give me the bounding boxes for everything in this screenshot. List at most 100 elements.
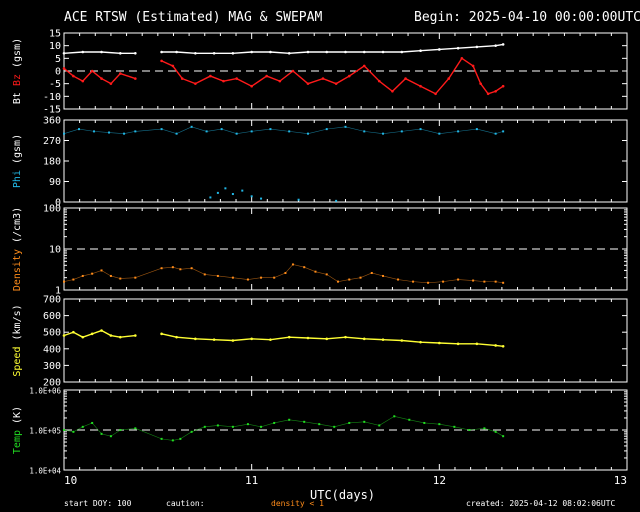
data-point-bz	[90, 69, 94, 73]
data-point-bt	[62, 51, 66, 55]
data-point-bt	[325, 50, 329, 54]
data-point-phi	[224, 187, 227, 190]
data-point-bt	[250, 50, 253, 54]
data-point-bz	[501, 84, 505, 88]
data-point-bt	[175, 50, 178, 54]
data-point-speed	[287, 335, 291, 339]
data-point-bz	[81, 79, 85, 83]
data-point-bt	[119, 51, 122, 55]
series-line-speed	[161, 333, 504, 348]
series-trace-density	[63, 264, 504, 284]
data-point-bz	[486, 92, 490, 96]
data-point-bz	[334, 82, 338, 85]
y-axis-label-part: (K)	[12, 406, 23, 430]
y-axis-label-part: Bz	[12, 74, 23, 92]
y-tick-label-density: 10	[49, 245, 61, 256]
data-point-bz	[460, 57, 464, 60]
data-point-bt	[419, 49, 422, 53]
data-point-speed	[381, 338, 385, 341]
y-tick-label-mag: -5	[49, 79, 61, 90]
y-axis-label-part: (gsm)	[12, 134, 23, 170]
y-axis-label-part: Density	[12, 249, 23, 291]
data-point-bz	[479, 82, 482, 85]
data-point-phi	[231, 193, 234, 196]
begin-time: Begin: 2025-04-10 00:00:00UTC	[414, 10, 640, 25]
y-axis-label-part: Speed	[12, 347, 23, 377]
y-tick-label-speed: 300	[43, 361, 61, 372]
data-point-speed	[438, 341, 441, 345]
data-point-bt	[475, 45, 479, 49]
y-tick-label-mag: 0	[55, 67, 61, 78]
data-point-bt	[501, 43, 505, 46]
data-point-bz	[391, 89, 394, 93]
data-point-bz	[160, 59, 163, 63]
data-point-speed	[90, 332, 94, 336]
series-line-bt	[161, 43, 504, 54]
data-point-bt	[344, 50, 347, 54]
y-tick-label-phi: 360	[43, 116, 61, 127]
series-line-bt	[63, 51, 136, 54]
density-caution: density < 1	[271, 499, 324, 508]
panel-frame-speed	[63, 298, 628, 383]
data-point-bz	[222, 79, 225, 83]
data-point-bz	[362, 64, 366, 68]
data-point-phi	[297, 198, 300, 201]
series-trace-temp	[63, 415, 504, 441]
data-point-speed	[344, 335, 347, 339]
y-axis-label-part: (/cm3)	[12, 207, 23, 249]
data-point-speed	[72, 330, 75, 334]
data-point-bz	[265, 74, 268, 78]
data-point-speed	[362, 337, 366, 341]
x-tick-label: 11	[245, 474, 258, 487]
data-point-bz	[194, 82, 197, 85]
y-axis-label-part: (gsm)	[12, 38, 23, 74]
x-tick-label: 10	[64, 474, 77, 487]
data-point-speed	[306, 336, 310, 340]
series-trace-phi	[63, 126, 504, 134]
data-point-bz	[494, 89, 497, 93]
data-point-bt	[362, 50, 366, 54]
data-point-bt	[494, 44, 497, 47]
y-axis-label-part: Temp	[12, 430, 23, 454]
data-point-phi	[250, 195, 253, 198]
data-point-bz	[119, 72, 122, 75]
data-point-speed	[160, 332, 163, 336]
data-point-phi	[216, 191, 219, 194]
y-axis-label-density: Density (/cm3)	[12, 207, 23, 291]
data-point-bz	[171, 64, 175, 68]
data-point-speed	[231, 339, 235, 342]
data-point-speed	[475, 342, 479, 346]
data-point-bz	[209, 74, 212, 78]
data-point-bz	[306, 82, 310, 85]
x-tick-label: 13	[614, 474, 627, 487]
y-tick-label-phi: 270	[43, 136, 61, 147]
data-point-bt	[160, 50, 163, 54]
data-point-bz	[62, 67, 66, 70]
start-doy: start DOY: 100	[64, 499, 132, 508]
y-tick-label-phi: 180	[43, 157, 61, 168]
data-point-speed	[175, 335, 178, 339]
data-point-bt	[194, 51, 197, 55]
y-tick-label-temp: 1.0E+05	[29, 427, 61, 436]
y-axis-label-speed: Speed (km/s)	[12, 304, 23, 376]
y-tick-label-speed: 600	[43, 311, 61, 322]
data-point-bz	[321, 77, 325, 80]
y-tick-label-speed: 500	[43, 328, 61, 339]
x-tick-label: 12	[433, 474, 446, 487]
data-point-bt	[81, 50, 85, 54]
data-point-bt	[381, 50, 385, 54]
y-tick-label-speed: 400	[43, 344, 61, 355]
data-point-speed	[250, 337, 253, 341]
data-point-bz	[250, 84, 253, 88]
data-point-phi	[209, 196, 212, 199]
data-point-bz	[377, 79, 381, 83]
y-tick-label-mag: -15	[43, 105, 61, 116]
created-time: created: 2025-04-12 08:02:06UTC	[466, 499, 616, 508]
series-line-bz	[63, 67, 136, 85]
data-point-bz	[291, 69, 295, 73]
data-point-speed	[109, 334, 113, 337]
data-point-speed	[134, 334, 137, 337]
y-axis-label-part: (km/s)	[12, 304, 23, 346]
data-point-bz	[404, 77, 407, 80]
y-tick-label-speed: 700	[43, 295, 61, 306]
